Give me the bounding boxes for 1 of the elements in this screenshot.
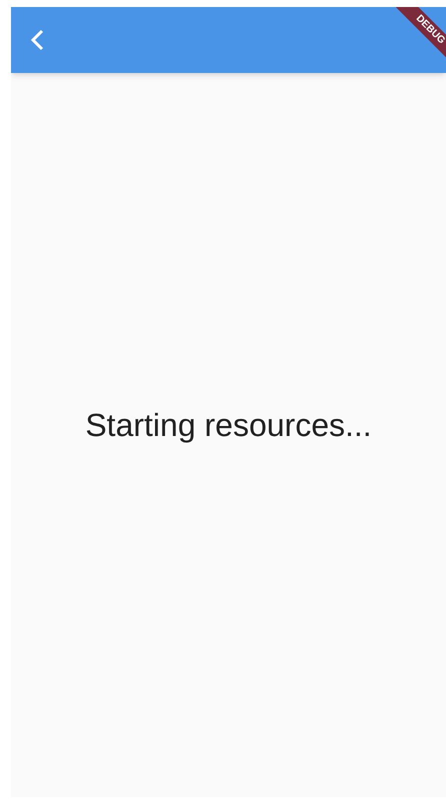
loading-message: Starting resources... [85,406,372,445]
